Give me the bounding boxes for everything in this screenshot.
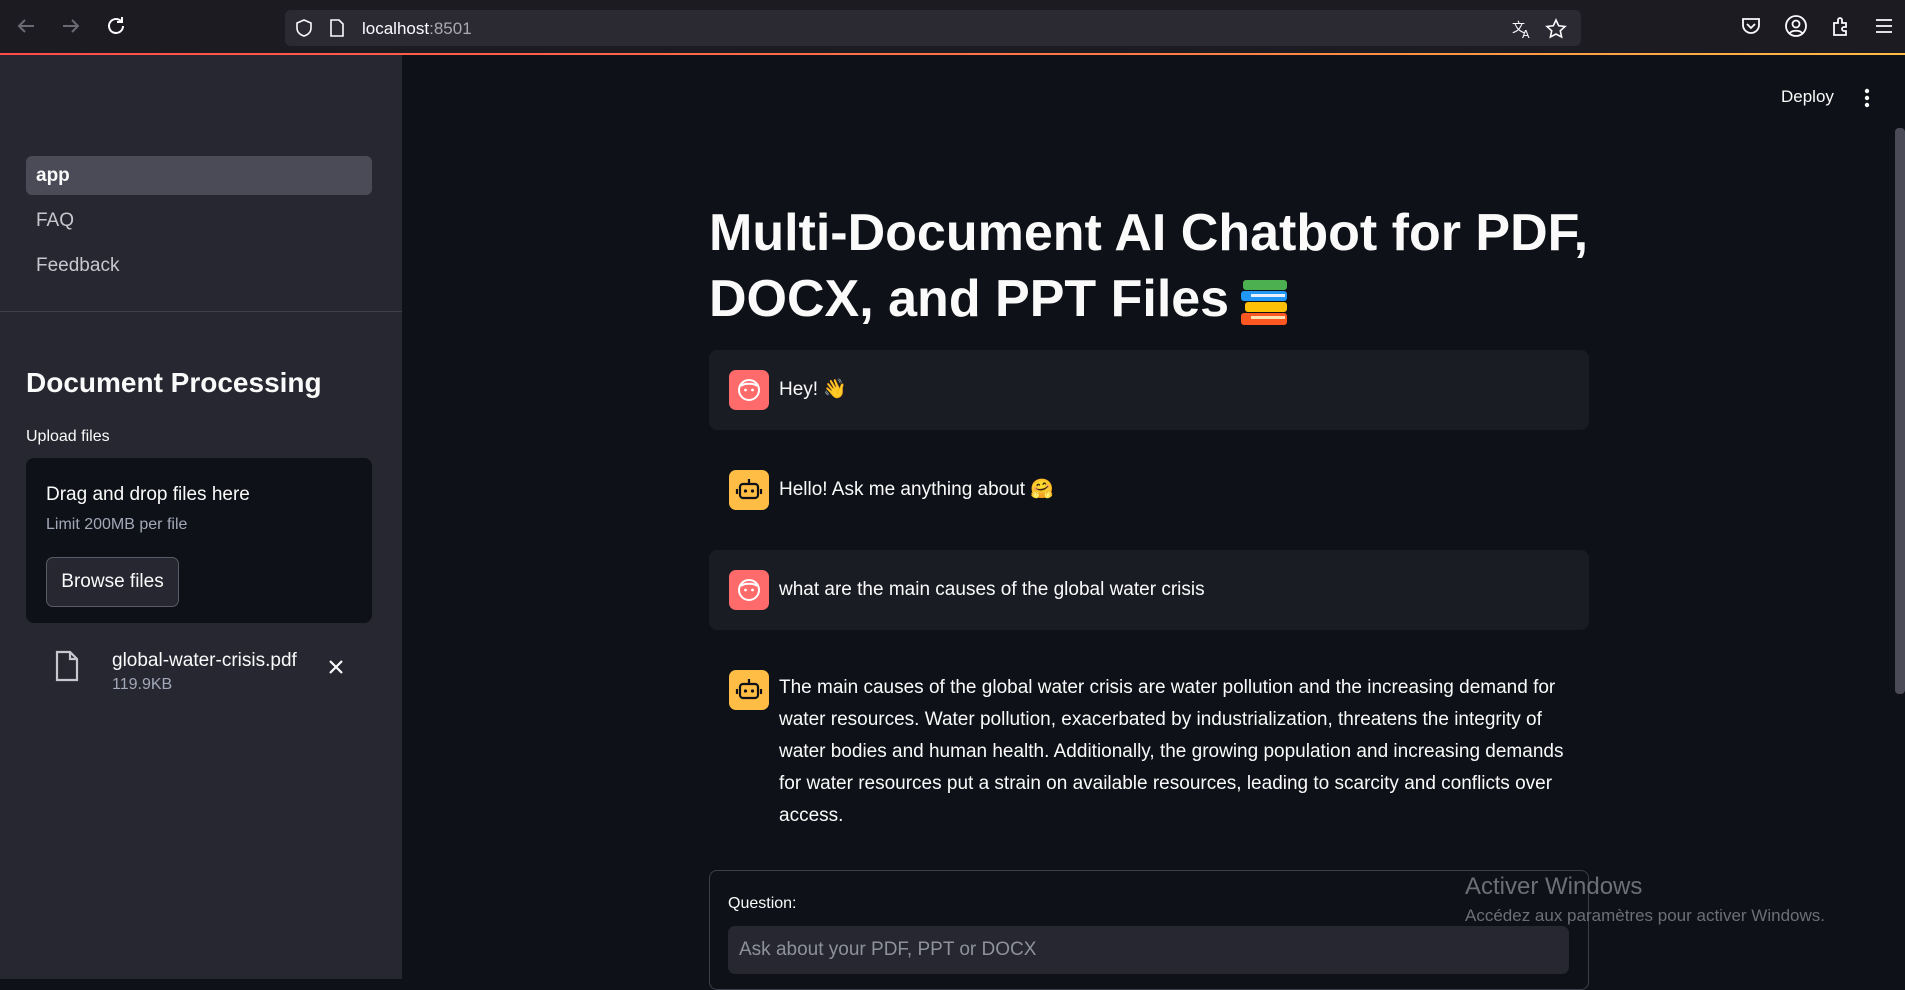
page-icon[interactable] (329, 19, 345, 37)
back-icon[interactable] (12, 12, 40, 40)
message-line: water resources. Water pollution, exacer… (779, 709, 1542, 730)
bot-avatar-icon (729, 470, 769, 510)
url-text[interactable]: localhost:8501 (362, 19, 472, 39)
address-bar[interactable]: localhost:8501 文A (285, 10, 1581, 46)
dropzone-limit: Limit 200MB per file (46, 516, 188, 533)
sidebar-item-faq[interactable]: FAQ (26, 201, 372, 240)
pocket-icon[interactable] (1739, 14, 1763, 38)
bot-avatar-icon (729, 670, 769, 710)
browse-files-button[interactable]: Browse files (46, 557, 179, 607)
question-form: Question: (709, 870, 1589, 990)
windows-activation-subtitle: Accédez aux paramètres pour activer Wind… (1465, 906, 1825, 925)
chat-message-user: what are the main causes of the global w… (709, 550, 1589, 630)
file-dropzone[interactable]: Drag and drop files here Limit 200MB per… (26, 458, 372, 623)
browser-toolbar: localhost:8501 文A (0, 0, 1905, 55)
sidebar-item-app[interactable]: app (26, 156, 372, 195)
windows-activation-title: Activer Windows (1465, 873, 1643, 900)
star-icon[interactable] (1545, 18, 1567, 40)
close-icon[interactable] (327, 658, 345, 676)
scrollbar[interactable] (1895, 128, 1905, 694)
shield-icon[interactable] (295, 19, 313, 37)
kebab-icon[interactable] (1860, 87, 1874, 109)
dropzone-text: Drag and drop files here (46, 484, 250, 505)
message-text: Hello! Ask me anything about 🤗 (779, 479, 1055, 500)
books-emoji (1237, 274, 1293, 330)
page-title: Multi-Document AI Chatbot for PDF, DOCX,… (709, 200, 1609, 332)
message-line: water bodies and human health. Additiona… (779, 741, 1564, 762)
svg-text:A: A (1522, 28, 1530, 40)
extensions-icon[interactable] (1829, 14, 1853, 38)
message-line: access. (779, 805, 844, 826)
user-avatar-icon (729, 570, 769, 610)
file-size: 119.9KB (112, 676, 173, 693)
message-text: The main causes of the global water cris… (779, 672, 1563, 832)
reload-icon[interactable] (102, 12, 130, 40)
deploy-button[interactable]: Deploy (1781, 87, 1834, 107)
message-text: Hey! 👋 (779, 379, 848, 400)
chat-message-assistant: Hello! Ask me anything about 🤗 (709, 450, 1589, 530)
account-icon[interactable] (1784, 14, 1808, 38)
question-input[interactable] (728, 926, 1569, 974)
upload-label: Upload files (26, 428, 110, 445)
file-icon (54, 650, 80, 682)
translate-icon[interactable]: 文A (1511, 18, 1533, 41)
title-line-1: Multi-Document AI Chatbot for PDF, (709, 204, 1589, 262)
question-label: Question: (728, 895, 797, 912)
chat-message-assistant: The main causes of the global water cris… (709, 650, 1589, 850)
user-avatar-icon (729, 370, 769, 410)
sidebar-section-title: Document Processing (26, 367, 322, 398)
uploaded-file-row: global-water-crisis.pdf 119.9KB (26, 638, 372, 698)
menu-icon[interactable] (1872, 14, 1896, 38)
message-line: The main causes of the global water cris… (779, 677, 1556, 698)
sidebar-divider (0, 311, 402, 312)
title-line-2: DOCX, and PPT Files (709, 270, 1230, 328)
file-name: global-water-crisis.pdf (112, 650, 297, 671)
message-line: for water resources put a strain on avai… (779, 773, 1553, 794)
message-text: what are the main causes of the global w… (779, 579, 1205, 600)
chat-message-user: Hey! 👋 (709, 350, 1589, 430)
forward-icon[interactable] (57, 12, 85, 40)
sidebar-item-feedback[interactable]: Feedback (26, 246, 372, 285)
